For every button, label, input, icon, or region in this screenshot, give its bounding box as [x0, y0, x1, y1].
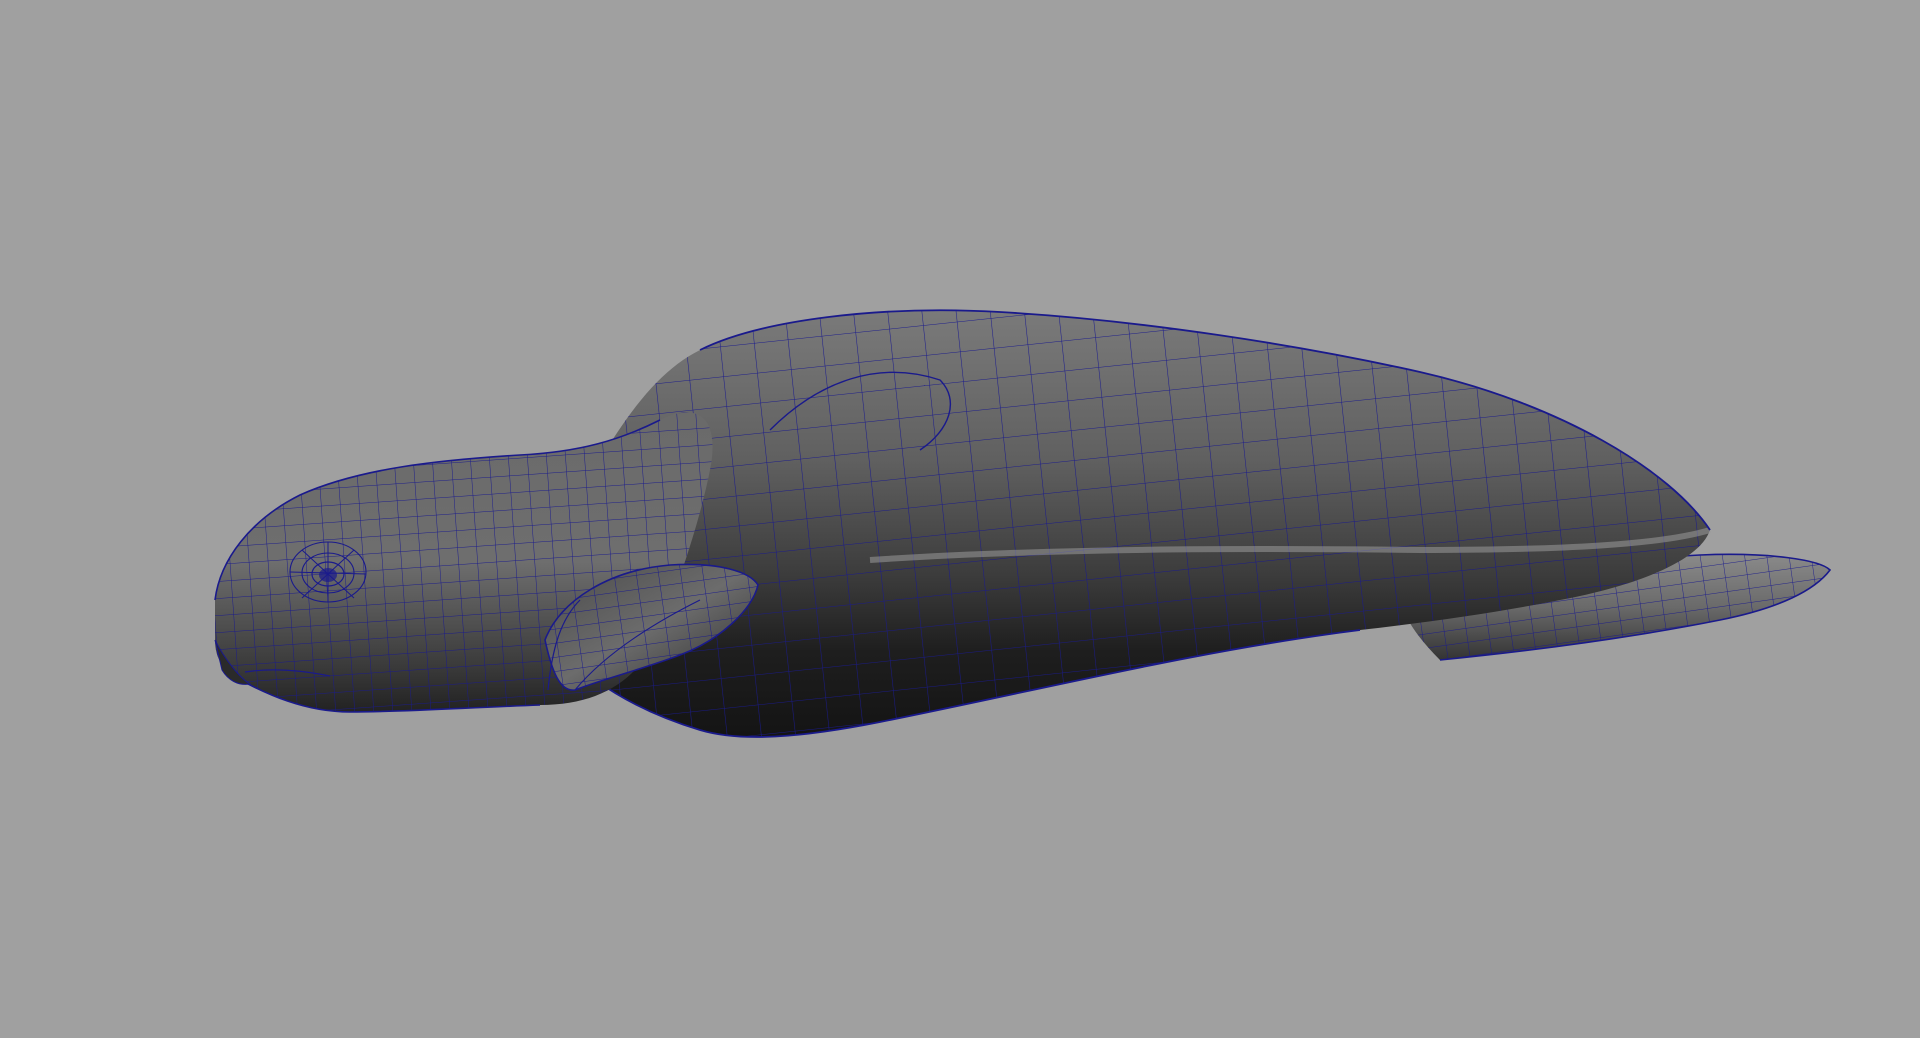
3d-viewport[interactable] [0, 0, 1920, 1038]
carapace [552, 309, 1711, 738]
turtle-model[interactable] [0, 0, 1920, 1038]
